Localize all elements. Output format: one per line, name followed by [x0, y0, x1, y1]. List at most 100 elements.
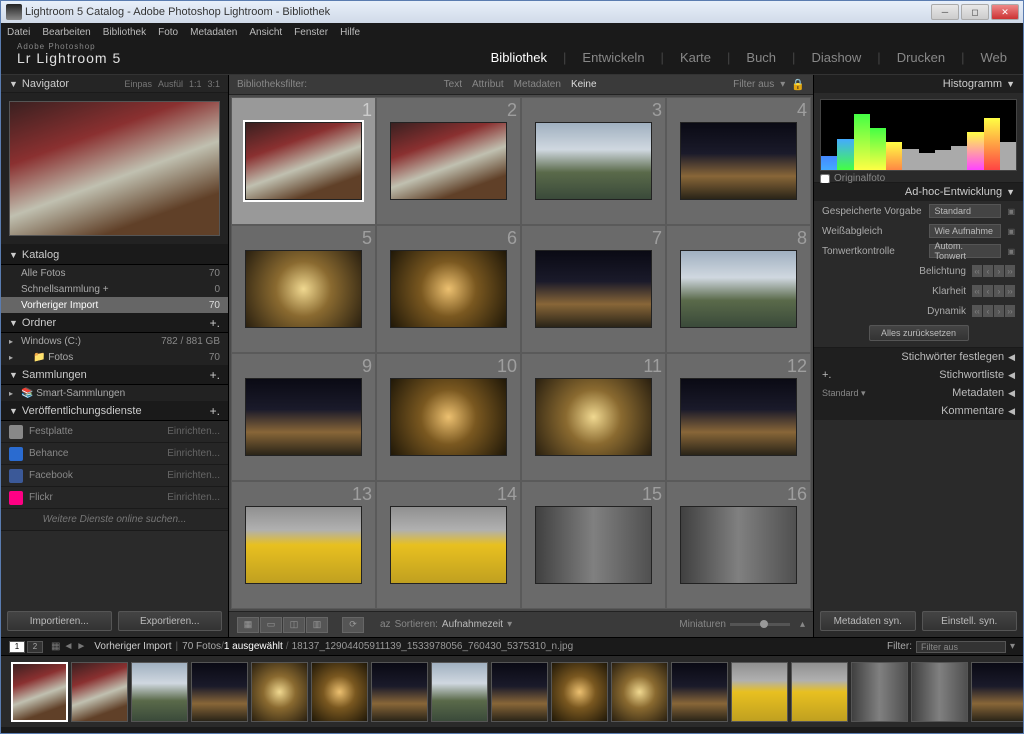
grid-cell[interactable]: 2 [376, 97, 521, 225]
ordner-item[interactable]: ▸📁 Fotos70 [1, 349, 228, 365]
survey-view-button[interactable]: ▥ [306, 617, 328, 633]
filmstrip-thumb[interactable] [71, 662, 128, 722]
filmstrip-thumb[interactable] [611, 662, 668, 722]
grid-cell[interactable]: 10 [376, 353, 521, 481]
grid-cell[interactable]: 3 [521, 97, 666, 225]
katalog-item[interactable]: Alle Fotos70 [1, 265, 228, 281]
maximize-button[interactable]: ◻ [961, 4, 989, 20]
add-collection-icon[interactable]: +. [210, 368, 220, 382]
filmstrip-thumb[interactable] [191, 662, 248, 722]
filter-tab-metadaten[interactable]: Metadaten [514, 79, 561, 90]
grid-cell[interactable]: 12 [666, 353, 811, 481]
titlebar[interactable]: Lightroom 5 Catalog - Adobe Photoshop Li… [1, 1, 1023, 23]
menu-fenster[interactable]: Fenster [294, 27, 328, 38]
filmstrip-thumb[interactable] [431, 662, 488, 722]
filter-dropdown-icon[interactable]: ▾ [780, 79, 785, 90]
grid-cell[interactable]: 11 [521, 353, 666, 481]
sync-settings-button[interactable]: Einstell. syn. [922, 611, 1018, 631]
flag-filter-icon[interactable]: ▾ [1010, 641, 1015, 652]
publish-behance[interactable]: BehanceEinrichten... [1, 443, 228, 465]
filmstrip-thumb[interactable] [311, 662, 368, 722]
module-karte[interactable]: Karte [680, 50, 711, 65]
katalog-item[interactable]: Vorheriger Import70 [1, 297, 228, 313]
menu-datei[interactable]: Datei [7, 27, 30, 38]
minimize-button[interactable]: ─ [931, 4, 959, 20]
panel-stichwortliste[interactable]: +.Stichwortliste◀ [814, 366, 1023, 384]
panel-metadaten[interactable]: Standard ▾Metadaten◀ [814, 384, 1023, 402]
ordner-item[interactable]: ▸Windows (C:)782 / 881 GB [1, 333, 228, 349]
add-publish-icon[interactable]: +. [210, 404, 220, 418]
sort-dropdown[interactable]: Aufnahmezeit [442, 619, 503, 630]
next-arrow-icon[interactable]: ► [76, 641, 86, 652]
sync-metadata-button[interactable]: Metadaten syn. [820, 611, 916, 631]
ordner-header[interactable]: ▼Ordner+. [1, 313, 228, 333]
menu-ansicht[interactable]: Ansicht [249, 27, 282, 38]
module-drucken[interactable]: Drucken [897, 50, 945, 65]
zoom-1:1[interactable]: 1:1 [189, 79, 202, 89]
katalog-header[interactable]: ▼Katalog [1, 245, 228, 265]
filmstrip-thumb[interactable] [911, 662, 968, 722]
grid-cell[interactable]: 15 [521, 481, 666, 609]
navigator-preview[interactable] [1, 93, 228, 245]
monitor-1[interactable]: 1 [9, 641, 25, 653]
grid-cell[interactable]: 8 [666, 225, 811, 353]
panel-stichwörter-festlegen[interactable]: Stichwörter festlegen◀ [814, 348, 1023, 366]
katalog-item[interactable]: Schnellsammlung +0 [1, 281, 228, 297]
grid-cell[interactable]: 6 [376, 225, 521, 353]
adhoc-header[interactable]: Ad-hoc-Entwicklung▼ [814, 183, 1023, 201]
compare-view-button[interactable]: ◫ [283, 617, 305, 633]
module-bibliothek[interactable]: Bibliothek [491, 50, 547, 65]
filmstrip-thumb[interactable] [251, 662, 308, 722]
more-services-link[interactable]: Weitere Dienste online suchen... [1, 509, 228, 531]
loupe-view-button[interactable]: ▭ [260, 617, 282, 633]
menu-bearbeiten[interactable]: Bearbeiten [42, 27, 90, 38]
grid-icon[interactable]: ▦ [51, 641, 60, 652]
close-button[interactable]: ✕ [991, 4, 1019, 20]
grid-cell[interactable]: 7 [521, 225, 666, 353]
zoom-Einpas[interactable]: Einpas [124, 79, 152, 89]
sort-dropdown-icon[interactable]: ▾ [507, 619, 512, 630]
filmstrip-resizer[interactable] [1, 727, 1023, 733]
prev-arrow-icon[interactable]: ◄ [63, 641, 73, 652]
grid-cell[interactable]: 5 [231, 225, 376, 353]
module-entwickeln[interactable]: Entwickeln [582, 50, 644, 65]
filmstrip-thumb[interactable] [11, 662, 68, 722]
grid-cell[interactable]: 13 [231, 481, 376, 609]
filter-tab-keine[interactable]: Keine [571, 79, 597, 90]
filter-tab-attribut[interactable]: Attribut [472, 79, 504, 90]
grid-cell[interactable]: 4 [666, 97, 811, 225]
import-button[interactable]: Importieren... [7, 611, 112, 631]
module-buch[interactable]: Buch [746, 50, 776, 65]
sammlung-item[interactable]: ▸📚 Smart-Sammlungen [1, 385, 228, 401]
thumbnail-size-slider[interactable] [730, 623, 790, 626]
grid-cell[interactable]: 16 [666, 481, 811, 609]
filter-tab-text[interactable]: Text [444, 79, 462, 90]
filter-preset[interactable]: Filter aus [733, 79, 774, 90]
toolbar-expand-icon[interactable]: ▴ [800, 619, 805, 630]
publish-flickr[interactable]: FlickrEinrichten... [1, 487, 228, 509]
filmstrip-thumb[interactable] [371, 662, 428, 722]
histogram-header[interactable]: Histogramm▼ [814, 75, 1023, 93]
filmstrip-thumb[interactable] [791, 662, 848, 722]
menu-hilfe[interactable]: Hilfe [340, 27, 360, 38]
module-web[interactable]: Web [981, 50, 1008, 65]
export-button[interactable]: Exportieren... [118, 611, 223, 631]
monitor-2[interactable]: 2 [27, 641, 43, 653]
publish-festplatte[interactable]: FestplatteEinrichten... [1, 421, 228, 443]
zoom-Ausfül[interactable]: Ausfül [158, 79, 183, 89]
publish-header[interactable]: ▼Veröffentlichungsdienste+. [1, 401, 228, 421]
sort-direction-icon[interactable]: az [380, 619, 391, 630]
menu-foto[interactable]: Foto [158, 27, 178, 38]
originalfoto-checkbox[interactable] [820, 174, 830, 184]
panel-kommentare[interactable]: Kommentare◀ [814, 402, 1023, 420]
menu-bibliothek[interactable]: Bibliothek [103, 27, 146, 38]
filmstrip-thumb[interactable] [971, 662, 1023, 722]
histogram[interactable]: Originalfoto [814, 93, 1023, 183]
filmstrip-thumb[interactable] [671, 662, 728, 722]
grid-cell[interactable]: 1 [231, 97, 376, 225]
module-diashow[interactable]: Diashow [811, 50, 861, 65]
filmstrip-thumb[interactable] [731, 662, 788, 722]
add-folder-icon[interactable]: +. [210, 316, 220, 330]
reset-all-button[interactable]: Alles zurücksetzen [869, 325, 969, 341]
grid-view-button[interactable]: ▦ [237, 617, 259, 633]
